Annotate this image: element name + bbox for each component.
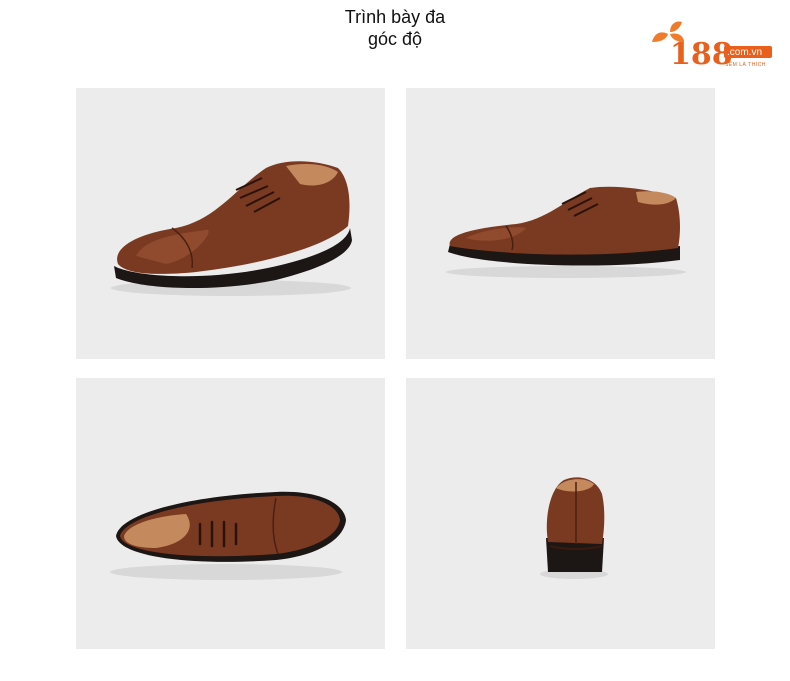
shoe-front-angle-image [111,161,352,296]
shoe-side-profile-image [446,186,686,278]
logo-domain: .com.vn [727,47,762,58]
title-line-2: góc độ [367,29,423,49]
shoe-photo-top-view [76,378,385,649]
shoe-photo-side-profile [406,88,715,359]
logo-graphic: 188 .com.vn SẼM LÀ THÍCH [652,21,772,72]
shoe-photo-front-angle [76,88,385,359]
shoe-top-view-image [110,491,346,580]
brand-logo[interactable]: 188 .com.vn SẼM LÀ THÍCH [650,20,775,72]
logo-number: 188 [670,37,733,72]
page-title: Trình bày đa góc độ [295,6,495,50]
logo-tagline: SẼM LÀ THÍCH [725,61,766,68]
shoe-photo-rear-view [406,378,715,649]
shoe-rear-view-image [540,477,608,579]
title-line-1: Trình bày đa [344,7,446,27]
